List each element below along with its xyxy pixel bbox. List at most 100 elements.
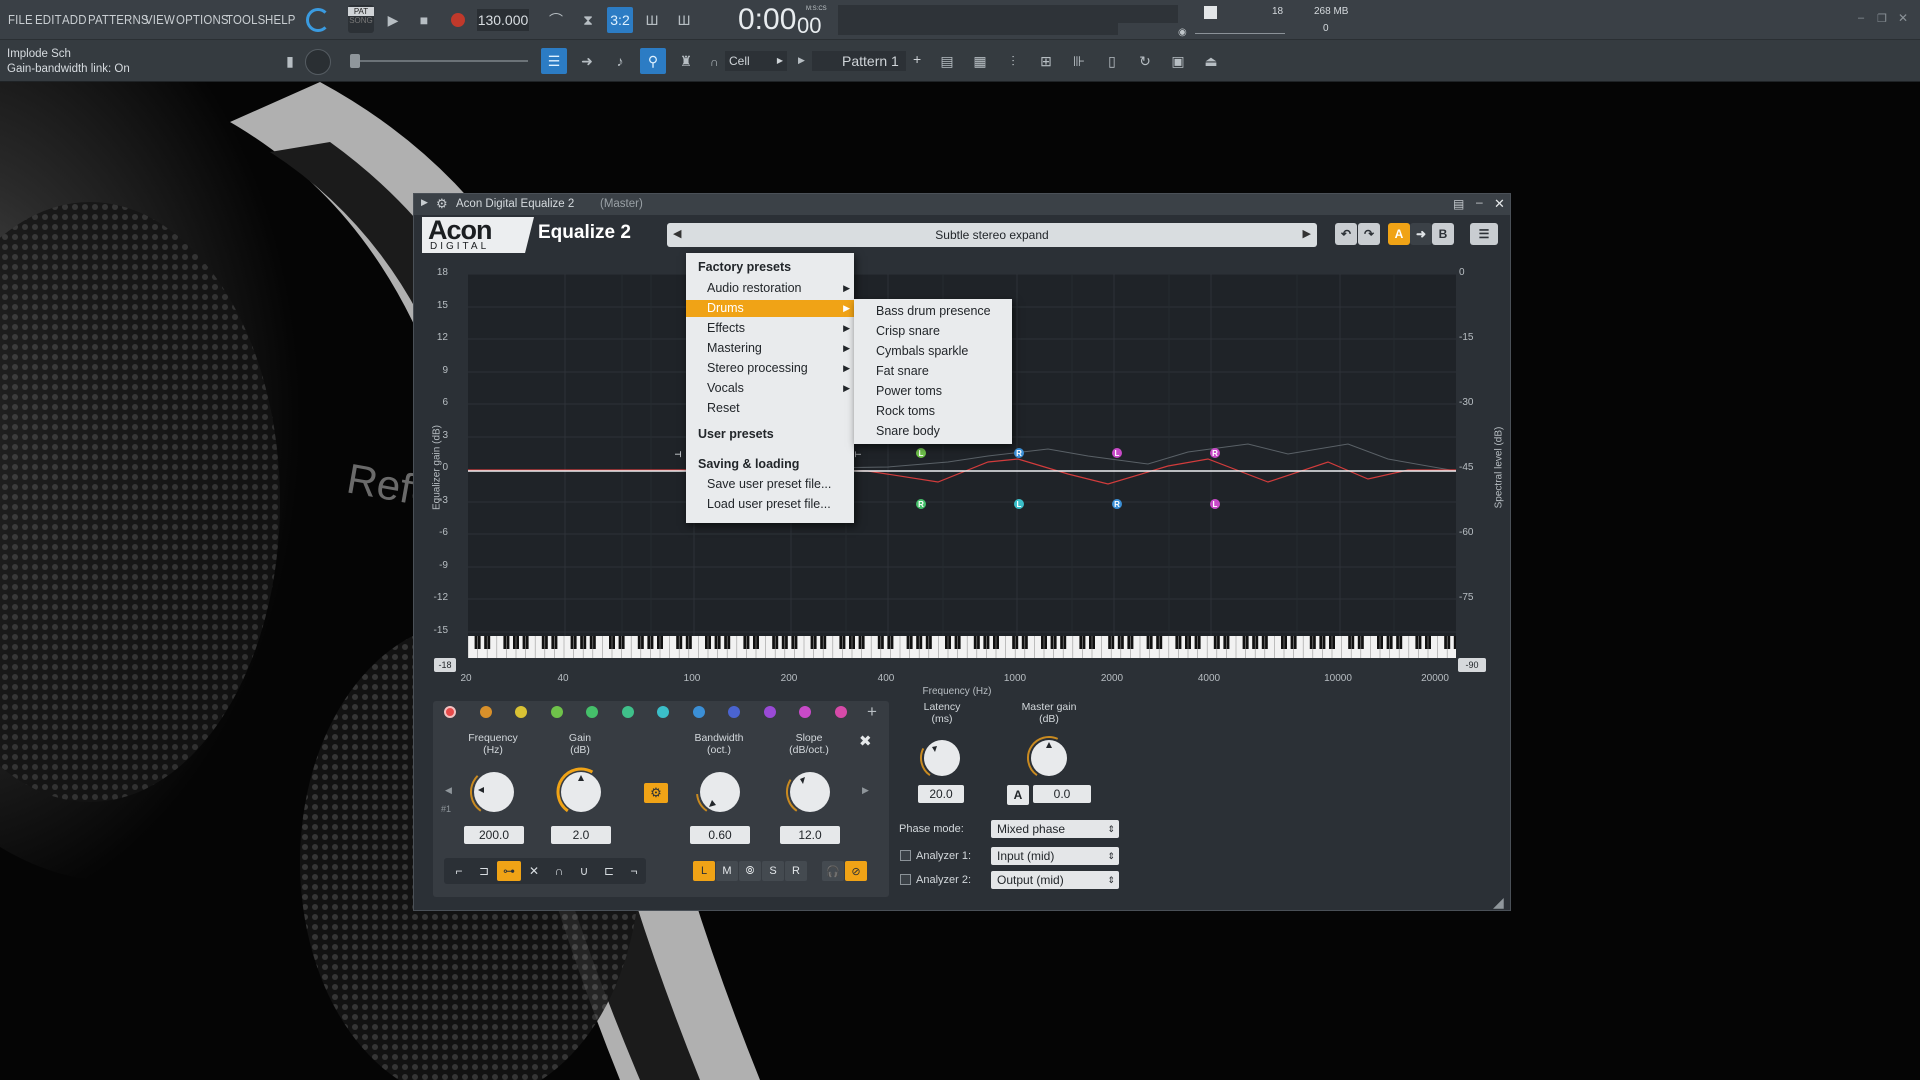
submenu-item[interactable]: Power toms — [876, 383, 942, 400]
menu-list-icon[interactable]: ☰ — [1470, 223, 1498, 245]
menu-item-vocals[interactable]: Vocals ▶ — [686, 380, 854, 397]
stereo-link-icon[interactable]: ⦾ — [739, 861, 761, 881]
menu-tools[interactable]: TOOLS — [226, 12, 265, 27]
browser-icon[interactable]: ▦ — [967, 48, 993, 74]
range-left-badge[interactable]: -18 — [434, 658, 456, 672]
submenu-item[interactable]: Rock toms — [876, 403, 935, 420]
submenu-item[interactable]: Fat snare — [876, 363, 929, 380]
auto-gain-button[interactable]: A — [1007, 785, 1029, 805]
band-dot[interactable] — [586, 706, 598, 718]
gain-bandwidth-link-icon[interactable]: ⚙ — [644, 783, 668, 803]
band-dot[interactable] — [621, 706, 634, 718]
save-icon[interactable]: ▣ — [1165, 48, 1191, 74]
window-minimize-icon[interactable]: – — [1476, 195, 1483, 209]
bandwidth-knob[interactable] — [695, 767, 745, 817]
menu-add[interactable]: ADD — [62, 12, 87, 27]
master-volume-knob[interactable] — [306, 8, 330, 32]
menu-item-reset[interactable]: Reset — [686, 400, 854, 417]
close-app-icon[interactable]: ✕ — [1898, 11, 1908, 25]
band-dot[interactable] — [479, 706, 492, 718]
menu-item-mastering[interactable]: Mastering ▶ — [686, 340, 854, 357]
ab-b-button[interactable]: B — [1432, 223, 1454, 245]
play-icon[interactable]: ▶ — [380, 7, 406, 33]
level-slider[interactable] — [1195, 33, 1285, 34]
band-next-icon[interactable]: ▶ — [862, 785, 869, 796]
playlist-icon[interactable]: ☰ — [541, 48, 567, 74]
highshelf-filter-icon[interactable]: ⊏ — [597, 861, 621, 881]
menu-item-audio-restoration[interactable]: Audio restoration ▶ — [686, 280, 854, 297]
gear-icon[interactable]: ⚙ — [436, 196, 448, 212]
channel-side-button[interactable]: S — [762, 861, 784, 881]
tempo-display[interactable]: 130.000 — [477, 9, 529, 31]
undo-icon[interactable]: ↶ — [1335, 223, 1357, 245]
loop-record-icon[interactable]: Ш — [639, 7, 665, 33]
bypass-icon[interactable]: ⊘ — [845, 861, 867, 881]
menu-item-effects[interactable]: Effects ▶ — [686, 320, 854, 337]
submenu-item[interactable]: Snare body — [876, 423, 940, 440]
latency-value[interactable]: 20.0 — [918, 785, 964, 803]
lowshelf-filter-icon[interactable]: ⊐ — [472, 861, 496, 881]
snap-select[interactable]: Cell ▶ — [725, 51, 787, 71]
file-icon[interactable]: ▯ — [1099, 48, 1125, 74]
bell-filter-icon[interactable]: ⊶ — [497, 861, 521, 881]
analyzer1-select[interactable]: Input (mid) ⇕ — [991, 847, 1119, 865]
menu-item-drums[interactable]: Drums ▶ — [686, 300, 854, 317]
delete-band-icon[interactable]: ✖ — [859, 732, 872, 750]
latency-knob[interactable] — [919, 735, 965, 781]
menu-options[interactable]: OPTIONS — [176, 12, 229, 27]
preset-selector[interactable]: ◀ Subtle stereo expand ▶ — [667, 223, 1317, 247]
frequency-knob[interactable] — [469, 767, 519, 817]
range-right-badge[interactable]: -90 — [1458, 658, 1486, 672]
arrow-right-icon[interactable]: ➜ — [574, 48, 600, 74]
master-gain-knob[interactable] — [1026, 735, 1072, 781]
trash-icon[interactable]: ▮ — [277, 48, 303, 74]
window-list-icon[interactable]: ▤ — [1453, 197, 1464, 211]
refresh-icon[interactable]: ↻ — [1132, 48, 1158, 74]
band-dot[interactable] — [550, 706, 563, 718]
analyzer2-checkbox[interactable] — [900, 874, 911, 885]
stamp-icon[interactable]: ♜ — [673, 48, 699, 74]
band-dot[interactable] — [834, 706, 847, 718]
menu-patterns[interactable]: PATTERNS — [88, 12, 149, 27]
pattern-select[interactable]: Pattern 1 — [812, 51, 906, 71]
phase-mode-select[interactable]: Mixed phase ⇕ — [991, 820, 1119, 838]
restore-icon[interactable]: ❐ — [1877, 12, 1887, 25]
pitch-slider[interactable] — [350, 60, 528, 62]
submenu-item[interactable]: Crisp snare — [876, 323, 940, 340]
draw-icon[interactable]: ♪ — [607, 48, 633, 74]
menu-edit[interactable]: EDIT — [35, 12, 62, 27]
resize-grip-icon[interactable]: ◢ — [1493, 894, 1504, 911]
lowpass-filter-icon[interactable]: ¬ — [622, 861, 646, 881]
collapse-arrow-icon[interactable]: ▶ — [421, 197, 428, 208]
band-dot[interactable] — [728, 706, 740, 718]
bandpass-filter-icon[interactable]: ∩ — [547, 861, 571, 881]
blend-notes-icon[interactable]: Ш — [671, 7, 697, 33]
window-close-icon[interactable]: ✕ — [1494, 196, 1505, 212]
master-pitch-knob[interactable] — [305, 49, 331, 75]
tilt-filter-icon[interactable]: ∪ — [572, 861, 596, 881]
highpass-filter-icon[interactable]: ⌐ — [447, 861, 471, 881]
stop-icon[interactable]: ■ — [411, 7, 437, 33]
wait-record-icon[interactable]: ⧗ — [575, 7, 601, 33]
link-icon[interactable]: ⚲ — [640, 48, 666, 74]
channel-right-button[interactable]: R — [785, 861, 807, 881]
mixer-icon[interactable]: ⫶ — [1000, 48, 1026, 74]
add-band-icon[interactable]: + — [867, 702, 877, 722]
menu-file[interactable]: FILE — [8, 12, 33, 27]
ab-copy-icon[interactable]: ➜ — [1410, 223, 1432, 245]
band-dot[interactable] — [657, 706, 669, 718]
menu-help[interactable]: HELP — [265, 12, 296, 27]
notch-filter-icon[interactable]: ✕ — [522, 861, 546, 881]
band-dot[interactable] — [444, 706, 456, 718]
pattern-add-button[interactable]: + — [913, 51, 921, 67]
band-dot[interactable] — [515, 706, 527, 718]
channel-mid-button[interactable]: M — [716, 861, 738, 881]
slope-value[interactable]: 12.0 — [780, 826, 840, 844]
record-icon[interactable] — [445, 7, 471, 33]
band-dot[interactable] — [799, 706, 811, 718]
master-gain-value[interactable]: 0.0 — [1033, 785, 1091, 803]
menu-item-load-preset[interactable]: Load user preset file... — [686, 496, 854, 513]
band-dot[interactable] — [763, 706, 776, 718]
frequency-value[interactable]: 200.0 — [464, 826, 524, 844]
minimize-icon[interactable]: – — [1858, 12, 1864, 24]
